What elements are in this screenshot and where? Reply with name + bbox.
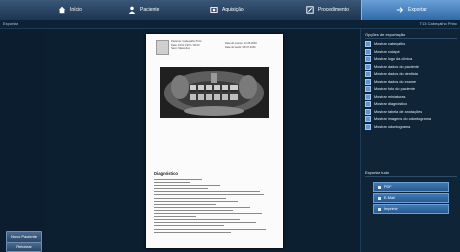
option-label: Mostrar dados do paciente bbox=[374, 64, 419, 69]
checkbox[interactable] bbox=[365, 78, 371, 85]
export-all-title: Exportar tudo bbox=[365, 170, 390, 175]
option-label: Mostrar foto do paciente bbox=[374, 87, 415, 91]
back-button[interactable]: Retornar bbox=[6, 242, 42, 252]
option-odontogram[interactable]: Mostrar odontograma bbox=[365, 123, 411, 130]
nav-procedure-label: Procedimento bbox=[318, 7, 349, 13]
nav-home-label: Início bbox=[70, 7, 82, 13]
checkbox[interactable] bbox=[365, 116, 371, 122]
option-patient-data[interactable]: Mostrar dados do paciente bbox=[365, 63, 419, 70]
top-nav-bar: Início Paciente Aquisição Procedimento E… bbox=[0, 0, 460, 21]
export-options-pane: Opções de exportação Mostrar cabeçalho M… bbox=[360, 29, 460, 252]
option-odontogram-images[interactable]: Mostrar imagens do odontograma bbox=[365, 116, 431, 122]
option-thumbnails[interactable]: Mostrar miniaturas bbox=[365, 93, 406, 100]
patient-label: T13 Cabeçalho Princ bbox=[419, 21, 457, 26]
option-dentist-data[interactable]: Mostrar dados do dentista bbox=[365, 71, 418, 77]
nav-export[interactable]: Exportar bbox=[361, 0, 460, 20]
option-clinic-logo[interactable]: Mostrar logo da clínica bbox=[365, 56, 412, 62]
report-text bbox=[154, 179, 274, 235]
print-button[interactable]: Imprimir bbox=[373, 204, 449, 214]
checkbox[interactable] bbox=[365, 108, 371, 115]
checkbox[interactable] bbox=[365, 123, 371, 130]
option-label: Mostrar rodapé bbox=[374, 49, 400, 54]
option-label: Mostrar odontograma bbox=[374, 124, 411, 129]
export-options-title: Opções de exportação bbox=[365, 32, 406, 37]
print-button-label: Imprimir bbox=[384, 207, 398, 211]
checkbox[interactable] bbox=[365, 86, 371, 92]
option-label: Mostrar dados do dentista bbox=[374, 72, 418, 76]
camera-icon bbox=[210, 7, 218, 13]
printer-icon bbox=[378, 207, 381, 211]
email-button-label: E-Mail bbox=[384, 196, 395, 200]
report-date: Data do laudo: 08.07.2020 bbox=[225, 45, 256, 49]
checkbox[interactable] bbox=[365, 48, 371, 55]
email-button[interactable]: E-Mail bbox=[373, 193, 449, 203]
patient-extra: Sexo: Masculino bbox=[171, 47, 191, 50]
report-title: Diagnóstico bbox=[154, 171, 178, 176]
pdf-icon bbox=[378, 185, 381, 189]
nav-home[interactable]: Início bbox=[58, 0, 82, 20]
home-icon bbox=[58, 6, 66, 14]
checkbox[interactable] bbox=[365, 93, 371, 100]
option-label: Mostrar logo da clínica bbox=[374, 57, 413, 61]
option-label: Mostrar imagens do odontograma bbox=[374, 117, 431, 121]
option-header[interactable]: Mostrar cabeçalho bbox=[365, 41, 405, 47]
option-annotations-table[interactable]: Mostrar tabela de anotações bbox=[365, 108, 423, 115]
nav-acquisition[interactable]: Aquisição bbox=[210, 0, 244, 20]
sub-header: Exportar T13 Cabeçalho Princ bbox=[0, 20, 460, 29]
option-label: Mostrar tabela de anotações bbox=[374, 109, 423, 114]
nav-procedure[interactable]: Procedimento bbox=[306, 0, 349, 20]
option-label: Mostrar diagnóstico bbox=[374, 102, 408, 106]
nav-patient[interactable]: Paciente bbox=[128, 0, 159, 20]
export-arrow-icon bbox=[396, 7, 404, 13]
option-diagnosis[interactable]: Mostrar diagnóstico bbox=[365, 101, 407, 107]
edit-icon bbox=[306, 6, 314, 14]
nav-patient-label: Paciente bbox=[140, 7, 160, 13]
report-page: Paciente: Cabeçalho Princ Data: 01.01.19… bbox=[146, 34, 283, 248]
checkbox[interactable] bbox=[365, 41, 371, 47]
panoramic-xray-image bbox=[160, 67, 269, 118]
option-exam-data[interactable]: Mostrar dados do exame bbox=[365, 78, 416, 85]
pdf-button[interactable]: PDF bbox=[373, 182, 449, 192]
pdf-button-label: PDF bbox=[384, 185, 392, 189]
nav-export-label: Exportar bbox=[408, 7, 427, 13]
nav-acquisition-label: Aquisição bbox=[222, 7, 244, 13]
option-label: Mostrar miniaturas bbox=[374, 94, 406, 99]
email-icon bbox=[378, 196, 381, 200]
option-label: Mostrar cabeçalho bbox=[374, 42, 406, 46]
checkbox[interactable] bbox=[365, 71, 371, 77]
user-icon bbox=[128, 6, 136, 14]
option-patient-photo[interactable]: Mostrar foto do paciente bbox=[365, 86, 415, 92]
checkbox[interactable] bbox=[365, 56, 371, 62]
preview-area: Paciente: Cabeçalho Princ Data: 01.01.19… bbox=[46, 29, 360, 252]
checkbox[interactable] bbox=[365, 101, 371, 107]
option-footer[interactable]: Mostrar rodapé bbox=[365, 48, 400, 55]
page-title: Exportar bbox=[3, 21, 19, 26]
option-label: Mostrar dados do exame bbox=[374, 79, 416, 84]
divider bbox=[365, 38, 457, 39]
divider bbox=[365, 176, 457, 177]
patient-photo bbox=[156, 40, 169, 55]
left-pane: Novo Paciente Retornar bbox=[0, 29, 46, 252]
checkbox[interactable] bbox=[365, 63, 371, 70]
